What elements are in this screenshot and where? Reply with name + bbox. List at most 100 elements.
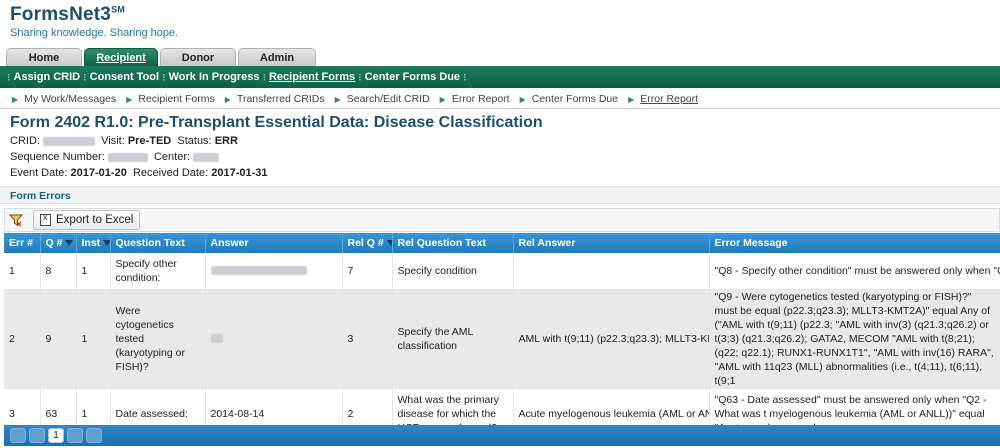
breadcrumb-center-forms-due[interactable]: Center Forms Due <box>532 93 618 105</box>
answer-redacted <box>210 334 223 344</box>
cell-question-text: Specify other condition: <box>110 253 206 290</box>
divider <box>0 108 1000 109</box>
nav-separator: ⁝ <box>7 71 11 84</box>
cell-question-text: Were cytogenetics tested (karyotyping or… <box>110 289 206 389</box>
next-page-button[interactable] <box>67 428 83 443</box>
app-title: FormsNet3SM <box>10 4 125 25</box>
cell-rel-answer <box>513 253 710 290</box>
arrow-right-icon: ▶ <box>439 94 446 104</box>
event-date-value: 2017-01-20 <box>70 167 127 179</box>
column-filter-icon[interactable] <box>103 240 109 247</box>
column-header-rel-q[interactable]: Rel Q # <box>342 233 393 253</box>
last-page-button[interactable] <box>86 428 102 443</box>
column-filter-icon[interactable] <box>386 240 391 247</box>
prev-page-button[interactable] <box>29 428 45 443</box>
cell-inst: 1 <box>76 289 111 389</box>
breadcrumb-my-work[interactable]: My Work/Messages <box>24 93 116 105</box>
main-tabs: Home Recipient Donor Admin <box>6 48 318 66</box>
cell-answer <box>205 289 343 389</box>
nav-separator: ⁝ <box>463 71 467 84</box>
breadcrumb-transferred-crids[interactable]: Transferred CRIDs <box>237 93 325 105</box>
crid-label: CRID: <box>10 135 40 147</box>
nav-separator: ⁝ <box>262 71 266 84</box>
cell-err: 2 <box>4 289 41 389</box>
tab-recipient[interactable]: Recipient <box>84 48 158 66</box>
status-label: Status: <box>177 135 212 147</box>
arrow-right-icon: ▶ <box>126 94 133 104</box>
brand: FormsNet3SM Sharing knowledge. Sharing h… <box>10 4 178 39</box>
section-title: Form Errors <box>10 190 71 202</box>
current-page-button[interactable]: 1 <box>48 428 64 443</box>
nav-separator: ⁝ <box>358 71 362 84</box>
nav-separator: ⁝ <box>162 71 166 84</box>
nav-center-forms-due[interactable]: Center Forms Due <box>365 71 460 83</box>
table-header-row: Err # Q # Inst Question Text Answer Rel … <box>4 233 1000 253</box>
tab-donor[interactable]: Donor <box>160 48 236 66</box>
column-header-answer[interactable]: Answer <box>205 233 343 253</box>
cell-rel-q: 3 <box>342 289 393 389</box>
export-to-excel-button[interactable]: Export to Excel <box>33 210 141 230</box>
cell-q: 9 <box>40 289 77 389</box>
arrow-right-icon: ▶ <box>519 94 526 104</box>
column-header-rel-answer[interactable]: Rel Answer <box>513 233 710 253</box>
grid-toolbar: Export to Excel <box>4 208 1000 232</box>
crid-redacted <box>43 136 96 146</box>
cell-rel-answer: AML with t(9;11) (p22.3;q23.3); MLLT3-KM… <box>513 289 710 389</box>
tab-home[interactable]: Home <box>6 48 82 66</box>
breadcrumb-search-edit-crid[interactable]: Search/Edit CRID <box>347 93 430 105</box>
table-row[interactable]: 2 9 1 Were cytogenetics tested (karyotyp… <box>4 289 1000 389</box>
received-date-label: Received Date: <box>132 167 209 179</box>
tab-admin[interactable]: Admin <box>238 48 316 66</box>
center-redacted <box>193 152 220 162</box>
status-value: ERR <box>214 135 238 147</box>
filter-icon[interactable] <box>9 213 23 227</box>
sequence-redacted <box>107 152 148 162</box>
app-tagline: Sharing knowledge. Sharing hope. <box>10 27 179 39</box>
column-header-rel-question-text[interactable]: Rel Question Text <box>392 233 514 253</box>
arrow-right-icon: ▶ <box>12 94 19 104</box>
answer-redacted <box>210 266 307 276</box>
first-page-button[interactable] <box>10 428 26 443</box>
export-label: Export to Excel <box>56 214 134 226</box>
arrow-right-icon: ▶ <box>334 94 341 104</box>
visit-label: Visit: <box>101 135 125 147</box>
errors-table: Err # Q # Inst Question Text Answer Rel … <box>4 233 1000 441</box>
column-header-error-message[interactable]: Error Message <box>709 233 1000 253</box>
sequence-label: Sequence Number: <box>10 151 105 163</box>
cell-error-message: "Q9 - Were cytogenetics tested (karyotyp… <box>709 289 1000 389</box>
nav-work-in-progress[interactable]: Work In Progress <box>169 71 260 83</box>
center-label: Center: <box>153 151 191 163</box>
breadcrumb-error-report[interactable]: Error Report <box>452 93 510 105</box>
pager: 1 <box>4 425 1000 446</box>
form-errors-section: Form Errors <box>0 186 1000 204</box>
event-date-label: Event Date: <box>10 167 68 179</box>
cell-rel-q: 7 <box>342 253 393 290</box>
cell-inst: 1 <box>76 253 111 290</box>
column-header-question-text[interactable]: Question Text <box>110 233 206 253</box>
cell-error-message: "Q8 - Specify other condition" must be a… <box>709 253 1000 290</box>
nav-separator: ⁝ <box>83 71 87 84</box>
breadcrumb-recipient-forms[interactable]: Recipient Forms <box>138 93 214 105</box>
received-date-value: 2017-01-31 <box>211 167 268 179</box>
column-header-inst[interactable]: Inst <box>76 233 111 253</box>
cell-rel-question-text: Specify the AML classification <box>392 289 514 389</box>
breadcrumb-error-report-current[interactable]: Error Report <box>640 93 698 105</box>
page-title: Form 2402 R1.0: Pre-Transplant Essential… <box>10 114 543 131</box>
arrow-right-icon: ▶ <box>224 94 231 104</box>
form-meta-line-2: Sequence Number: Center: <box>10 151 543 164</box>
nav-recipient-forms[interactable]: Recipient Forms <box>269 71 355 83</box>
column-filter-icon[interactable] <box>65 240 74 247</box>
nav-consent-tool[interactable]: Consent Tool <box>90 71 159 83</box>
column-header-err[interactable]: Err # <box>4 233 41 253</box>
excel-icon <box>40 212 51 226</box>
column-header-q[interactable]: Q # <box>40 233 77 253</box>
nav-assign-crid[interactable]: Assign CRID <box>14 71 81 83</box>
cell-q: 8 <box>40 253 77 290</box>
form-header: Form 2402 R1.0: Pre-Transplant Essential… <box>10 114 543 180</box>
visit-value: Pre-TED <box>127 135 172 147</box>
table-row[interactable]: 1 8 1 Specify other condition: 7 Specify… <box>4 253 1000 290</box>
arrow-right-icon: ▶ <box>628 94 635 104</box>
recipient-subnav: ⁝ Assign CRID ⁝ Consent Tool ⁝ Work In P… <box>0 66 1000 88</box>
cell-rel-question-text: Specify condition <box>392 253 514 290</box>
form-meta-line-1: CRID: Visit: Pre-TED Status: ERR <box>10 135 543 148</box>
